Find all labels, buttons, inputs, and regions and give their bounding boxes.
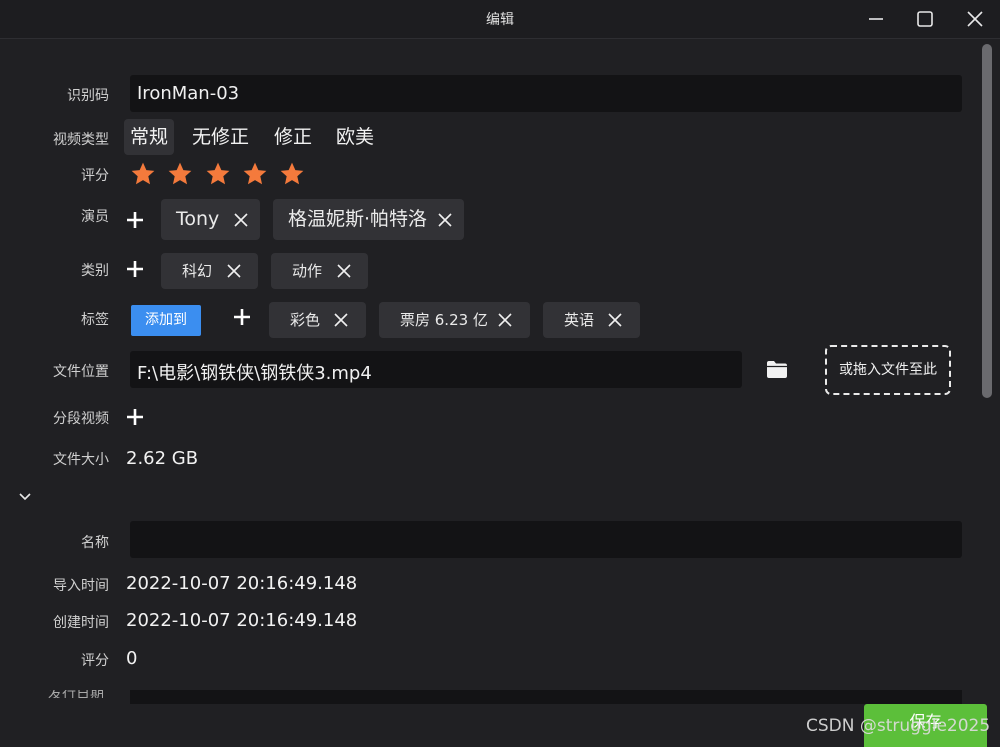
name-input[interactable]	[130, 521, 962, 558]
scrollbar-thumb[interactable]	[982, 44, 992, 398]
remove-icon[interactable]	[497, 312, 513, 328]
actor-name: 格温妮斯·帕特洛	[288, 208, 428, 230]
create-time-label: 创建时间	[53, 615, 109, 631]
actor-chip-1: 格温妮斯·帕特洛	[273, 199, 464, 240]
star-icon[interactable]	[279, 161, 305, 187]
category-name: 科幻	[182, 262, 213, 280]
file-path-input[interactable]: F:\电影\钢铁侠\钢铁侠3.mp4	[130, 351, 742, 388]
rating2-label: 评分	[81, 653, 109, 669]
remove-icon[interactable]	[336, 263, 352, 279]
actors-label: 演员	[81, 209, 109, 225]
import-time-label: 导入时间	[53, 578, 109, 594]
id-code-label: 识别码	[67, 88, 109, 104]
rating-label: 评分	[81, 168, 109, 184]
video-type-option-1[interactable]: 无修正	[186, 119, 255, 155]
minimize-icon	[869, 18, 883, 20]
star-icon[interactable]	[167, 161, 193, 187]
add-segment-icon[interactable]	[126, 408, 144, 426]
folder-icon[interactable]	[766, 360, 788, 379]
watermark: CSDN @struggle2025	[806, 716, 991, 736]
window-title: 编辑	[486, 12, 514, 28]
category-chip-1: 动作	[271, 253, 368, 289]
rating2-value: 0	[126, 648, 138, 669]
name-label: 名称	[81, 535, 109, 551]
video-type-option-0[interactable]: 常规	[124, 119, 175, 155]
segment-video-label: 分段视频	[53, 411, 109, 427]
tag-chip-2: 英语	[543, 302, 640, 338]
maximize-button[interactable]	[912, 6, 938, 32]
tag-name: 英语	[564, 311, 595, 329]
tag-chip-0: 彩色	[269, 302, 366, 338]
actor-chip-0: Tony	[161, 199, 260, 240]
add-category-icon[interactable]	[126, 260, 144, 278]
add-tag-icon[interactable]	[233, 308, 251, 326]
actor-name: Tony	[176, 208, 220, 230]
close-icon	[967, 11, 983, 27]
title-bar: 编辑	[0, 0, 1000, 39]
remove-icon[interactable]	[226, 263, 242, 279]
chevron-down-icon[interactable]	[17, 491, 33, 503]
category-label: 类别	[81, 263, 109, 279]
create-time-value: 2022-10-07 20:16:49.148	[126, 610, 358, 631]
minimize-button[interactable]	[863, 6, 889, 32]
release-date-input[interactable]	[130, 690, 962, 704]
add-to-button[interactable]: 添加到	[131, 305, 201, 336]
remove-icon[interactable]	[437, 212, 453, 228]
video-type-option-3[interactable]: 欧美	[330, 119, 380, 155]
video-type-option-2[interactable]: 修正	[268, 119, 318, 155]
file-location-label: 文件位置	[53, 364, 109, 380]
file-size-value: 2.62 GB	[126, 448, 199, 469]
tag-name: 票房 6.23 亿	[400, 311, 488, 329]
remove-icon[interactable]	[233, 212, 249, 228]
remove-icon[interactable]	[333, 312, 349, 328]
category-name: 动作	[292, 262, 323, 280]
video-type-label: 视频类型	[53, 132, 109, 148]
id-code-value: IronMan-03	[137, 83, 240, 104]
maximize-icon	[917, 11, 933, 27]
import-time-value: 2022-10-07 20:16:49.148	[126, 573, 358, 594]
tags-label: 标签	[81, 312, 109, 328]
file-path-value: F:\电影\钢铁侠\钢铁侠3.mp4	[137, 363, 372, 384]
star-icon[interactable]	[242, 161, 268, 187]
tag-chip-1: 票房 6.23 亿	[379, 302, 530, 338]
close-button[interactable]	[962, 6, 988, 32]
remove-icon[interactable]	[607, 312, 623, 328]
star-icon[interactable]	[130, 161, 156, 187]
tag-name: 彩色	[290, 311, 321, 329]
star-icon[interactable]	[205, 161, 231, 187]
file-size-label: 文件大小	[53, 452, 109, 468]
release-date-label: 发行日期	[48, 690, 104, 698]
file-drop-zone[interactable]: 或拖入文件至此	[825, 345, 951, 395]
id-code-input[interactable]: IronMan-03	[130, 75, 962, 112]
category-chip-0: 科幻	[161, 253, 258, 289]
add-actor-icon[interactable]	[126, 211, 144, 229]
